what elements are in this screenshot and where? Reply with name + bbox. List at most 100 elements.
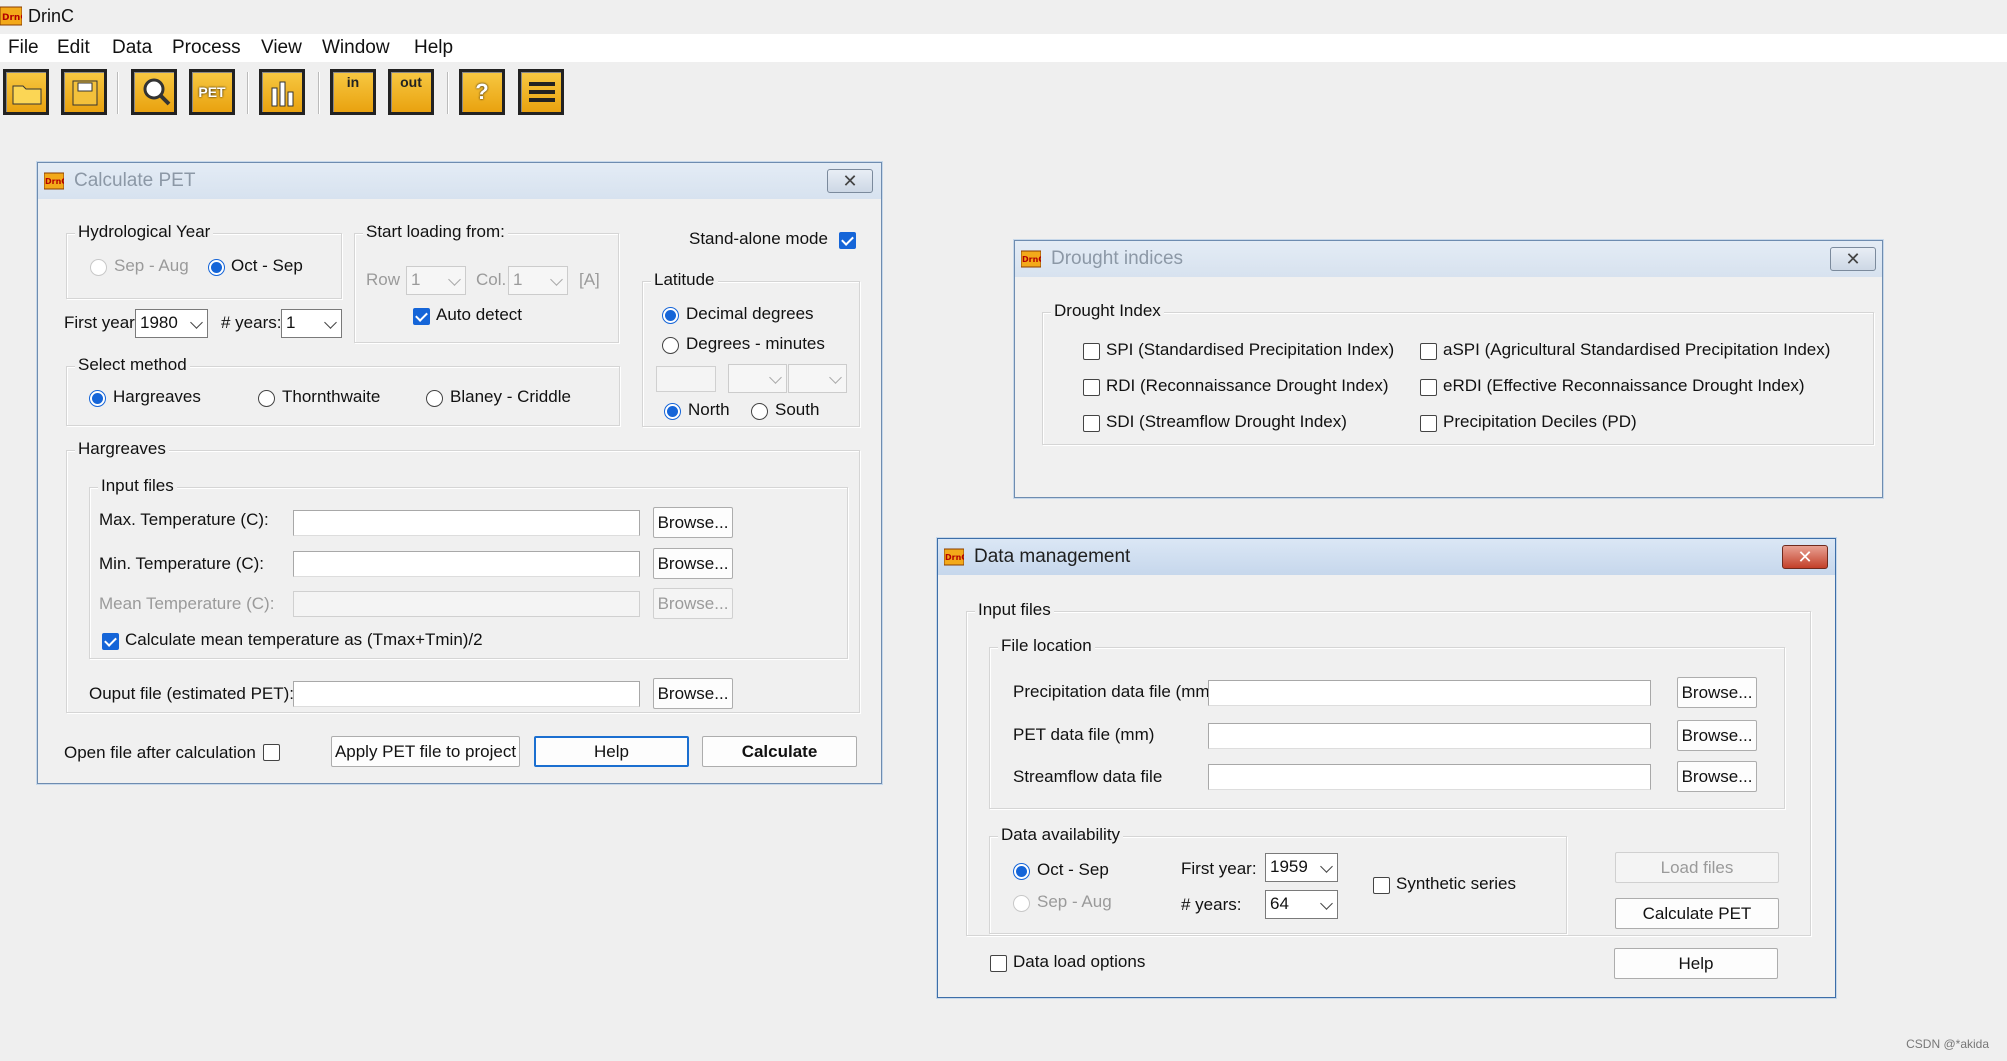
pet-button[interactable]: PET bbox=[189, 69, 235, 115]
synthetic-series-checkbox[interactable] bbox=[1373, 877, 1390, 894]
dialog-titlebar[interactable]: DrnC Calculate PET ✕ bbox=[38, 163, 881, 199]
radio-label: Oct - Sep bbox=[1037, 860, 1109, 879]
min-temp-input[interactable] bbox=[293, 551, 640, 577]
precip-input[interactable] bbox=[1208, 680, 1651, 706]
load-files-button[interactable]: Load files bbox=[1615, 852, 1779, 883]
years-select[interactable]: 64 bbox=[1265, 890, 1338, 919]
radio-label: Blaney - Criddle bbox=[450, 387, 571, 406]
help-button[interactable]: ? bbox=[459, 69, 505, 115]
output-file-label: Ouput file (estimated PET): bbox=[89, 684, 295, 703]
menu-file[interactable]: File bbox=[8, 37, 39, 59]
decimal-degrees-radio[interactable] bbox=[662, 307, 679, 324]
menu-process[interactable]: Process bbox=[172, 37, 241, 59]
blaney-criddle-radio[interactable] bbox=[426, 390, 443, 407]
data-load-options-checkbox[interactable] bbox=[990, 955, 1007, 972]
group-label: Start loading from: bbox=[363, 222, 508, 242]
oct-sep-radio[interactable] bbox=[208, 259, 225, 276]
seconds-select[interactable] bbox=[788, 364, 847, 393]
mean-temp-input[interactable] bbox=[293, 591, 640, 617]
chevron-down-icon bbox=[1320, 897, 1333, 910]
sep-aug-radio[interactable] bbox=[90, 259, 107, 276]
menu-edit[interactable]: Edit bbox=[57, 37, 90, 59]
dialog-titlebar[interactable]: DrnC Drought indices ✕ bbox=[1015, 241, 1882, 277]
browse-pet-button[interactable]: Browse... bbox=[1677, 720, 1757, 751]
drought-index-group: Drought Index SPI (Standardised Precipit… bbox=[1042, 301, 1874, 445]
minutes-select[interactable] bbox=[728, 364, 787, 393]
oct-sep-radio[interactable] bbox=[1013, 863, 1030, 880]
calculate-button[interactable]: Calculate bbox=[702, 736, 857, 767]
search-button[interactable] bbox=[131, 69, 177, 115]
col-select[interactable]: 1 bbox=[508, 266, 568, 295]
auto-detect-checkbox[interactable] bbox=[413, 308, 430, 325]
degrees-input[interactable] bbox=[656, 366, 716, 392]
calc-mean-checkbox[interactable] bbox=[102, 633, 119, 650]
close-icon: ✕ bbox=[1797, 546, 1813, 567]
open-folder-button[interactable] bbox=[3, 69, 49, 115]
menu-view[interactable]: View bbox=[261, 37, 302, 59]
south-radio[interactable] bbox=[751, 403, 768, 420]
row-select[interactable]: 1 bbox=[406, 266, 466, 295]
toolbar-separator bbox=[447, 72, 449, 114]
pet-input[interactable] bbox=[1208, 723, 1651, 749]
close-button[interactable]: ✕ bbox=[1830, 247, 1876, 271]
spi-checkbox[interactable] bbox=[1083, 343, 1100, 360]
sdi-checkbox[interactable] bbox=[1083, 415, 1100, 432]
streamflow-label: Streamflow data file bbox=[1013, 767, 1163, 786]
years-label: # years: bbox=[1181, 895, 1242, 914]
select-value: 1 bbox=[286, 313, 296, 332]
chart-button[interactable] bbox=[259, 69, 305, 115]
radio-label: Hargreaves bbox=[113, 387, 201, 406]
hargreaves-group: Hargreaves Input files Max. Temperature … bbox=[66, 439, 860, 713]
browse-min-temp-button[interactable]: Browse... bbox=[653, 548, 733, 579]
dialog-titlebar[interactable]: DrnC Data management ✕ bbox=[938, 539, 1835, 575]
list-button[interactable] bbox=[518, 69, 564, 115]
radio-label: Decimal degrees bbox=[686, 304, 814, 323]
menu-window[interactable]: Window bbox=[322, 37, 390, 59]
radio-label: Degrees - minutes bbox=[686, 334, 825, 353]
open-after-checkbox[interactable] bbox=[263, 744, 280, 761]
dialog-title: Data management bbox=[974, 546, 1131, 567]
group-label: Hargreaves bbox=[75, 439, 169, 459]
north-radio[interactable] bbox=[664, 403, 681, 420]
first-year-select[interactable]: 1959 bbox=[1265, 853, 1338, 882]
menu-help[interactable]: Help bbox=[414, 37, 453, 59]
input-table-button[interactable]: in bbox=[330, 69, 376, 115]
save-button[interactable] bbox=[61, 69, 107, 115]
years-select[interactable]: 1 bbox=[281, 309, 342, 338]
apply-pet-button[interactable]: Apply PET file to project bbox=[331, 736, 520, 767]
browse-output-button[interactable]: Browse... bbox=[653, 678, 733, 709]
output-file-input[interactable] bbox=[293, 681, 640, 707]
col-label: Col. bbox=[476, 270, 507, 289]
degrees-minutes-radio[interactable] bbox=[662, 337, 679, 354]
select-value: 1 bbox=[411, 270, 421, 289]
calculate-pet-button[interactable]: Calculate PET bbox=[1615, 898, 1779, 929]
max-temp-input[interactable] bbox=[293, 510, 640, 536]
data-availability-group: Data availability Oct - Sep Sep - Aug Fi… bbox=[989, 825, 1567, 934]
browse-mean-temp-button[interactable]: Browse... bbox=[653, 588, 733, 619]
sep-aug-radio[interactable] bbox=[1013, 895, 1030, 912]
input-files-group: Input files Max. Temperature (C): Browse… bbox=[89, 476, 848, 659]
save-icon bbox=[72, 80, 98, 106]
browse-streamflow-button[interactable]: Browse... bbox=[1677, 761, 1757, 792]
pd-checkbox[interactable] bbox=[1420, 415, 1437, 432]
aspi-checkbox[interactable] bbox=[1420, 343, 1437, 360]
output-table-button[interactable]: out bbox=[388, 69, 434, 115]
erdi-checkbox[interactable] bbox=[1420, 379, 1437, 396]
first-year-select[interactable]: 1980 bbox=[135, 309, 208, 338]
help-button[interactable]: Help bbox=[1614, 948, 1778, 979]
hargreaves-radio[interactable] bbox=[89, 390, 106, 407]
help-button[interactable]: Help bbox=[534, 736, 689, 767]
rdi-checkbox[interactable] bbox=[1083, 379, 1100, 396]
thornthwaite-radio[interactable] bbox=[258, 390, 275, 407]
mean-temp-label: Mean Temperature (C): bbox=[99, 594, 275, 613]
radio-label: South bbox=[775, 400, 820, 419]
streamflow-input[interactable] bbox=[1208, 764, 1651, 790]
bar-chart-icon bbox=[271, 81, 294, 107]
standalone-checkbox[interactable] bbox=[839, 232, 856, 249]
menu-data[interactable]: Data bbox=[112, 37, 152, 59]
close-button[interactable]: ✕ bbox=[1782, 545, 1828, 569]
radio-label: Oct - Sep bbox=[231, 256, 303, 275]
close-button[interactable]: ✕ bbox=[827, 169, 873, 193]
browse-precip-button[interactable]: Browse... bbox=[1677, 677, 1757, 708]
browse-max-temp-button[interactable]: Browse... bbox=[653, 507, 733, 538]
